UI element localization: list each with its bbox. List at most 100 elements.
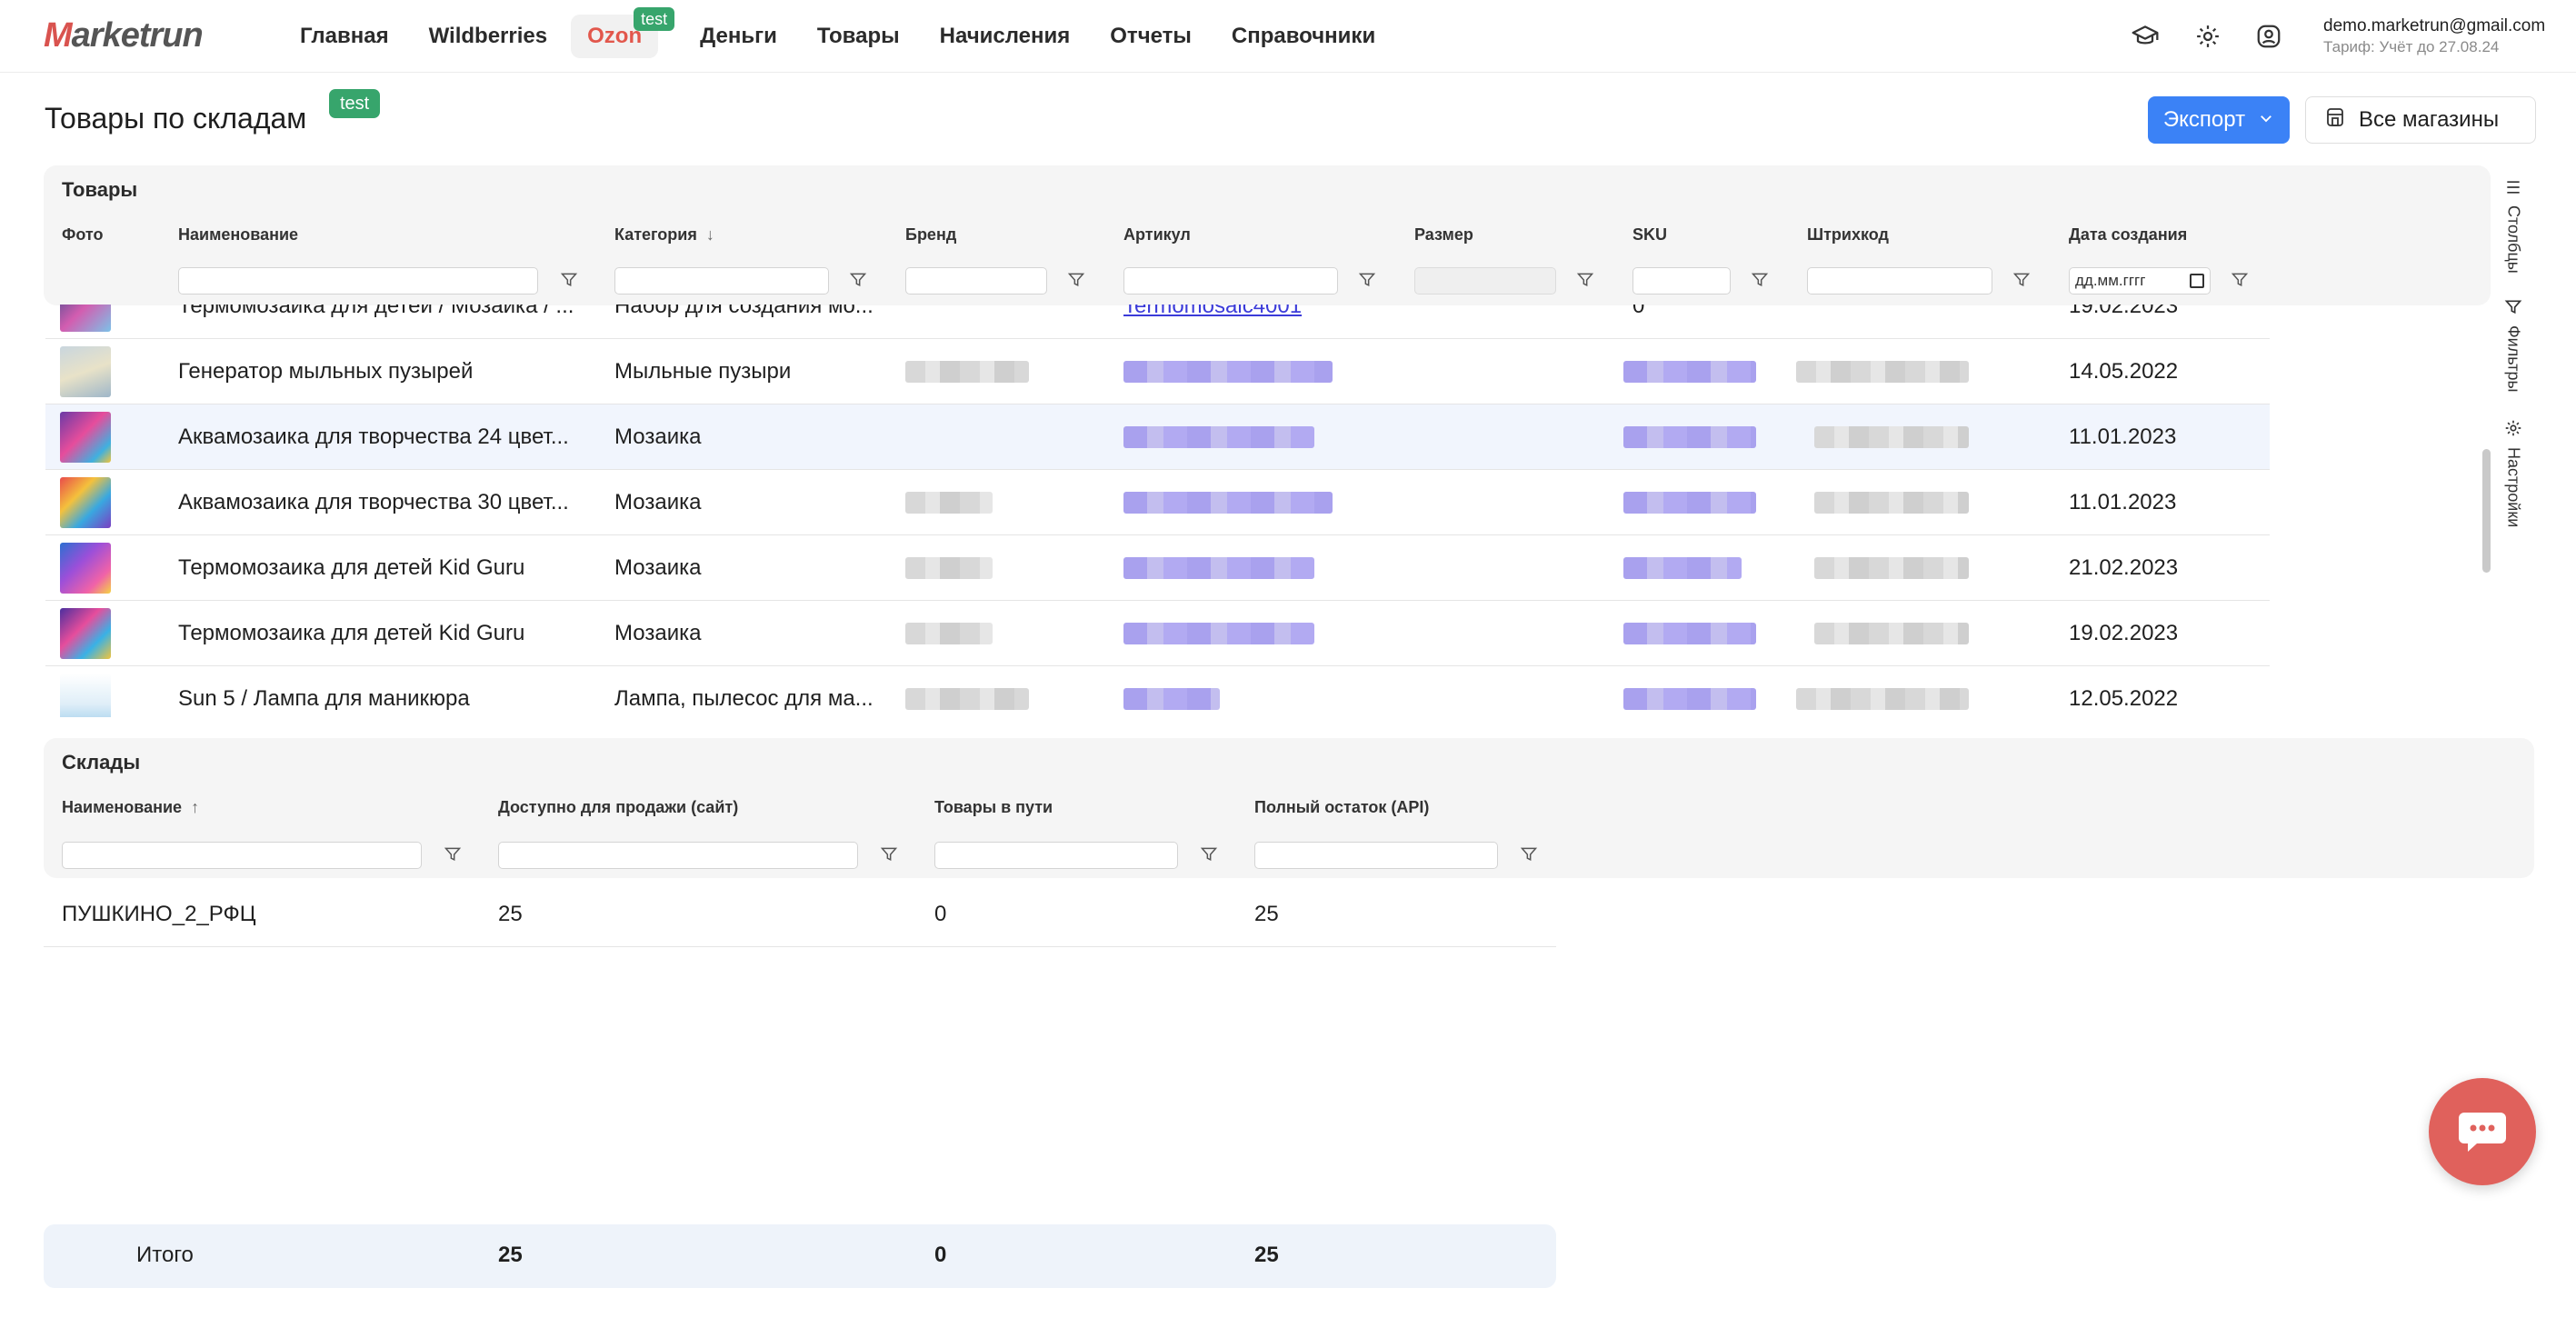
side-tab-settings-label: Настройки [2504,447,2523,528]
columns-icon [2507,181,2520,194]
main-nav: Главная Wildberries Ozon test Деньги Тов… [284,7,1399,58]
vertical-scrollbar[interactable] [2482,449,2491,573]
warehouses-section-title: Склады [62,751,141,774]
funnel-icon[interactable] [2231,271,2249,289]
warehouse-name-filter-input[interactable] [62,842,422,869]
product-name: Sun 5 / Лампа для маникюра [178,686,470,711]
redacted-brand [905,688,1029,710]
chat-button[interactable] [2429,1078,2536,1185]
settings-icon [2505,420,2521,436]
redacted-brand [905,492,993,514]
column-header-barcode[interactable]: Штрихкод [1807,225,1889,245]
funnel-icon[interactable] [1358,271,1376,289]
redacted-sku [1623,557,1742,579]
test-badge: test [634,7,675,31]
nav-item-references[interactable]: Справочники [1215,15,1392,58]
account-info[interactable]: demo.marketrun@gmail.com Тариф: Учёт до … [2323,16,2569,56]
table-row[interactable]: Аквамозаика для творчества 30 цвет... Мо… [45,470,2270,535]
table-row[interactable]: Аквамозаика для творчества 24 цвет... Мо… [45,404,2270,470]
funnel-icon[interactable] [444,845,462,864]
redacted-barcode [1796,361,1969,383]
available-filter-input[interactable] [498,842,858,869]
sku-filter-input[interactable] [1632,267,1731,295]
column-header-created-date[interactable]: Дата создания [2069,225,2187,245]
nav-item-wildberries[interactable]: Wildberries [413,15,564,58]
warehouse-in-transit: 0 [934,902,947,926]
product-name: Аквамозаика для творчества 30 цвет... [178,490,569,514]
redacted-barcode [1814,557,1969,579]
graduation-cap-icon[interactable] [2129,20,2162,53]
table-row[interactable]: Термомозаика для детей Kid Guru Мозаика … [45,601,2270,666]
side-tab-settings[interactable]: Настройки [2500,418,2527,527]
product-created-date: 14.05.2022 [2069,359,2179,384]
funnel-icon[interactable] [1520,845,1538,864]
page-test-badge: test [329,89,381,118]
redacted-barcode [1814,426,1969,448]
column-header-category[interactable]: Категория ↓ [614,225,714,245]
product-category: Мозаика [614,424,702,449]
column-header-in-transit[interactable]: Товары в пути [934,798,1053,817]
product-sku: 0 [1632,305,1645,318]
redacted-article [1123,361,1333,383]
user-icon[interactable] [2252,20,2285,53]
table-row[interactable]: Генератор мыльных пузырей Мыльные пузыри… [45,339,2270,404]
export-button[interactable]: Экспорт [2148,96,2290,144]
funnel-icon[interactable] [849,271,867,289]
nav-item-reports[interactable]: Отчеты [1093,15,1208,58]
nav-item-home[interactable]: Главная [284,15,405,58]
funnel-icon[interactable] [1200,845,1218,864]
brand-filter-input[interactable] [905,267,1047,295]
created-date-filter-input[interactable]: дд.мм.гггг [2069,267,2211,295]
side-tab-filters[interactable]: Фильтры [2500,298,2527,392]
all-stores-button[interactable]: Все магазины [2305,96,2536,144]
in-transit-filter-input[interactable] [934,842,1178,869]
column-header-total-stock[interactable]: Полный остаток (API) [1254,798,1429,817]
table-row[interactable]: Термомозаика для детей / Мозаика / ... Н… [45,305,2270,339]
gear-icon[interactable] [2192,20,2224,53]
category-filter-input[interactable] [614,267,829,295]
column-header-warehouse-name[interactable]: Наименование ↑ [62,798,199,817]
account-tariff: Тариф: Учёт до 27.08.24 [2323,38,2500,55]
nav-item-accruals[interactable]: Начисления [924,15,1087,58]
export-label: Экспорт [2162,107,2246,132]
funnel-icon[interactable] [1751,271,1769,289]
date-placeholder: дд.мм.гггг [2075,272,2146,289]
column-header-photo[interactable]: Фото [62,225,103,245]
table-row[interactable]: ПУШКИНО_2_РФЦ 25 0 25 [44,882,1556,947]
product-category: Мозаика [614,621,702,645]
column-header-name[interactable]: Наименование [178,225,298,245]
redacted-brand [905,361,1029,383]
redacted-brand [905,557,993,579]
total-stock-filter-input[interactable] [1254,842,1498,869]
column-header-brand[interactable]: Бренд [905,225,956,245]
column-header-article[interactable]: Артикул [1123,225,1191,245]
funnel-icon[interactable] [880,845,898,864]
funnel-icon[interactable] [1576,271,1594,289]
column-header-size[interactable]: Размер [1414,225,1473,245]
chevron-down-icon [2258,107,2274,133]
funnel-icon[interactable] [560,271,578,289]
redacted-article [1123,492,1333,514]
marketrun-logo[interactable]: Marketrun [44,16,204,55]
redacted-brand [905,623,993,644]
page-title: Товары по складам [45,102,307,135]
side-tab-columns-label: Столбцы [2504,205,2523,274]
nav-item-money[interactable]: Деньги [684,15,794,58]
nav-item-ozon[interactable]: Ozon test [571,7,675,58]
table-row[interactable]: Термомозаика для детей Kid Guru Мозаика … [45,535,2270,601]
column-header-available[interactable]: Доступно для продажи (сайт) [498,798,738,817]
article-filter-input[interactable] [1123,267,1338,295]
product-article-link[interactable]: Termomosaic4001 [1123,305,1305,339]
nav-item-products[interactable]: Товары [801,15,916,58]
table-row[interactable]: Sun 5 / Лампа для маникюра Лампа, пылесо… [45,666,2270,717]
calendar-icon[interactable] [2190,274,2204,288]
name-filter-input[interactable] [178,267,538,295]
column-header-sku[interactable]: SKU [1632,225,1667,245]
funnel-icon[interactable] [1067,271,1085,289]
funnel-icon[interactable] [2012,271,2031,289]
product-category: Лампа, пылесос для ма... [614,686,874,711]
redacted-sku [1623,361,1756,383]
side-tab-columns[interactable]: Столбцы [2500,178,2527,274]
barcode-filter-input[interactable] [1807,267,1992,295]
redacted-barcode [1814,492,1969,514]
